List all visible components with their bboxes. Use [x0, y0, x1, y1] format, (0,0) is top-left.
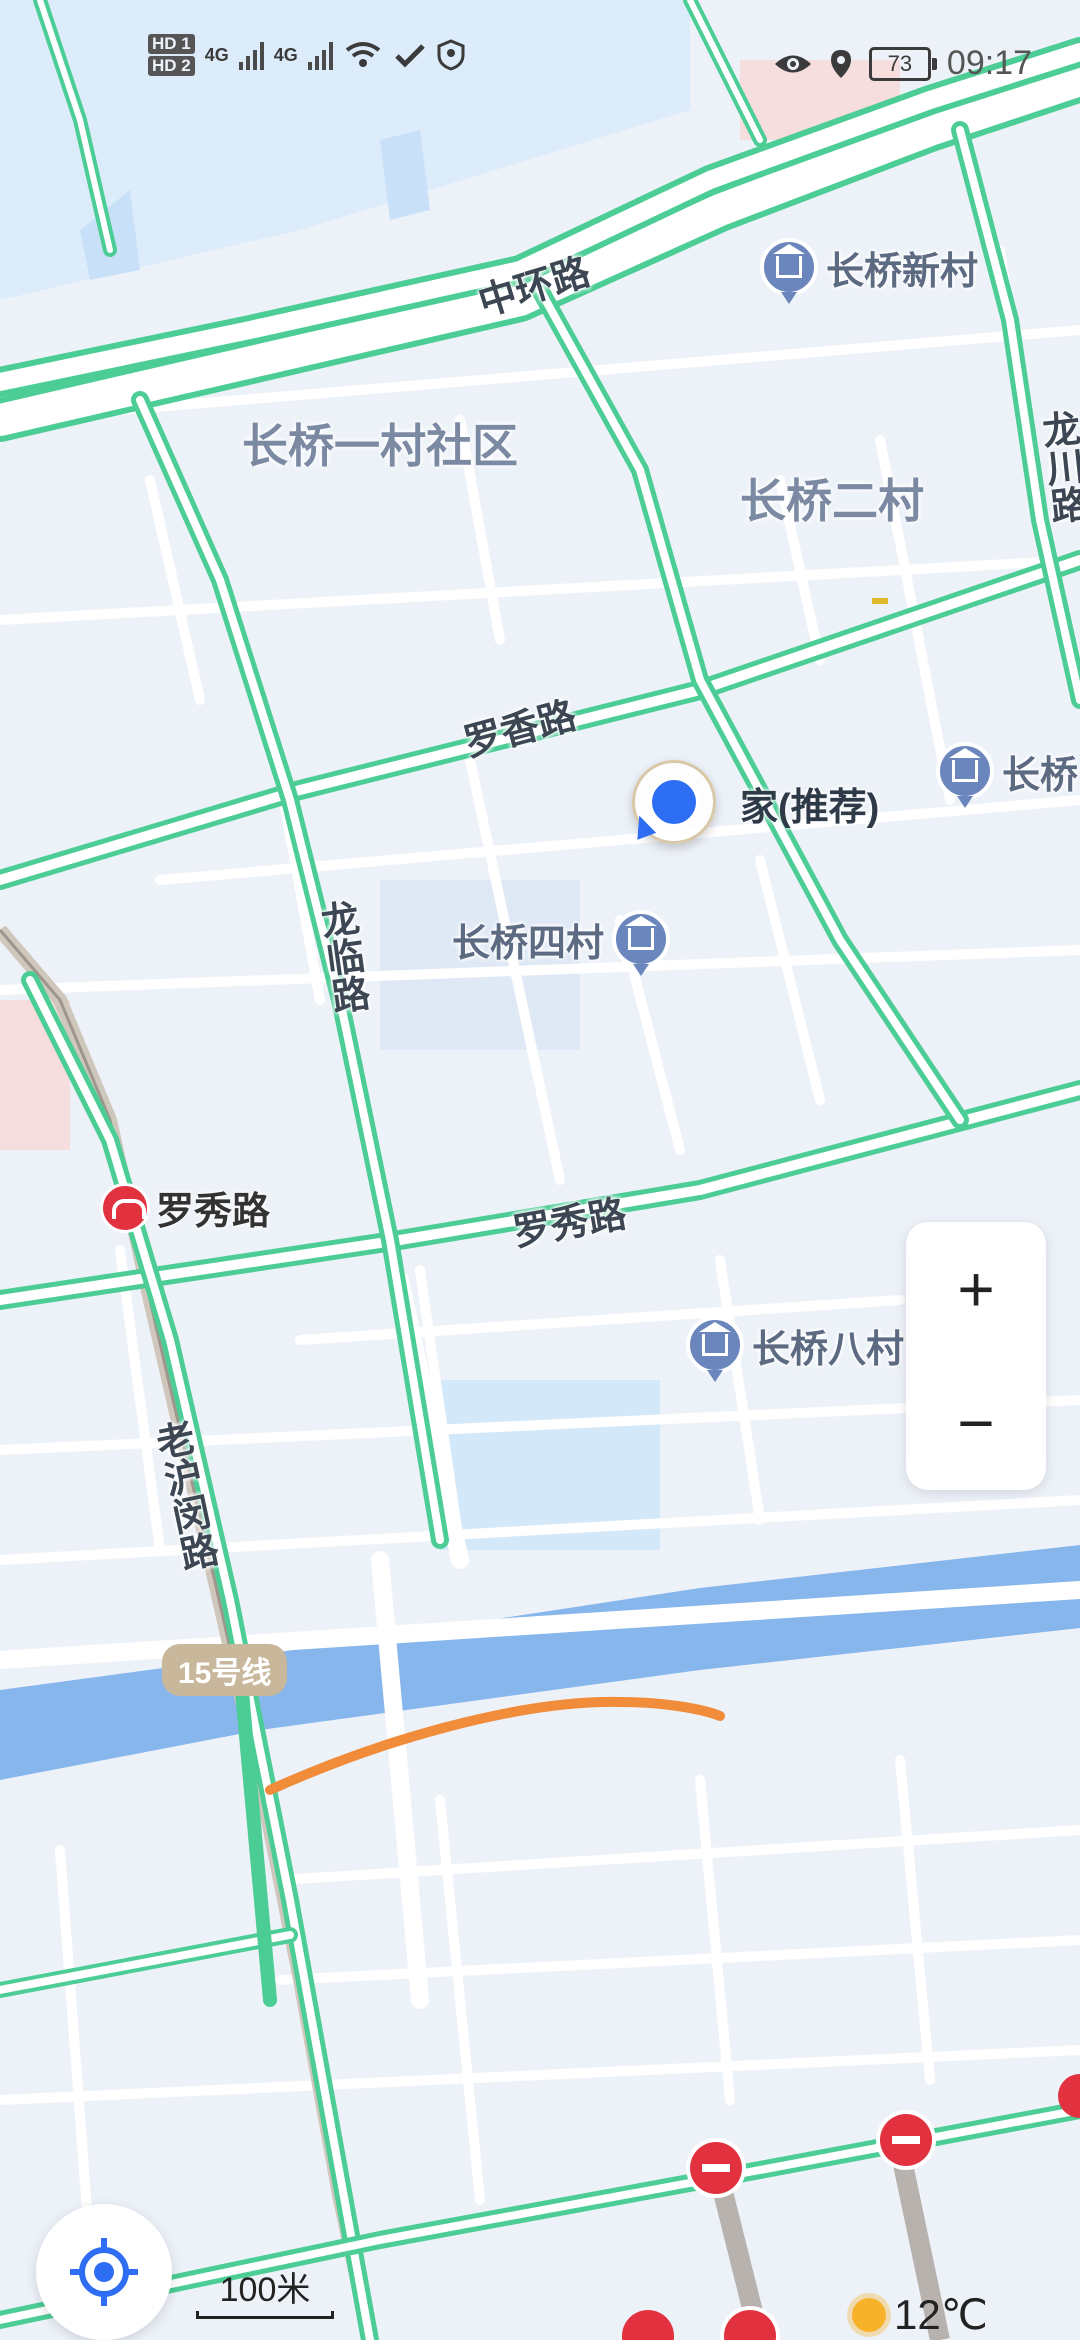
sim2-badge: HD 2	[148, 56, 195, 76]
sim-indicators: HD 1 HD 2	[148, 34, 195, 76]
home-label[interactable]: 家(推荐)	[740, 776, 879, 831]
link-icon	[394, 44, 425, 68]
poi-changqiao-sicun[interactable]: 长桥四村	[452, 910, 671, 976]
area-label-changqiao-1: 长桥一村社区	[242, 420, 518, 472]
zoom-out-button[interactable]: −	[906, 1356, 1046, 1490]
poi-changqiao-bacun[interactable]: 长桥八村	[686, 1316, 905, 1382]
zoom-controls: + −	[906, 1222, 1046, 1490]
metro-line-badge: 15号线	[162, 1644, 288, 1696]
scale-line	[196, 2311, 334, 2319]
metro-station-label: 罗秀路	[156, 1191, 271, 1233]
network-type-2: 4G	[273, 44, 298, 65]
poi-label: 长桥	[1002, 754, 1079, 797]
poi-changqiao-edge[interactable]: 长桥	[936, 742, 1079, 808]
poi-label: 长桥八村	[752, 1328, 905, 1371]
sim1-badge: HD 1	[148, 34, 195, 54]
map-canvas[interactable]	[0, 0, 1080, 2340]
residential-icon	[760, 238, 818, 304]
battery-indicator: 73	[868, 46, 937, 81]
poi-changqiao-xincun[interactable]: 长桥新村	[760, 238, 979, 304]
signal-icon-2	[307, 40, 333, 70]
metro-icon	[100, 1182, 150, 1233]
home-location-marker[interactable]	[632, 760, 716, 844]
residential-icon	[936, 742, 994, 808]
temperature: 12℃	[894, 2291, 988, 2338]
area-label-changqiao-2: 长桥二村	[740, 475, 924, 527]
shield-icon	[437, 39, 465, 71]
network-type-1: 4G	[204, 44, 229, 65]
signal-icon	[238, 40, 264, 70]
metro-station-luoxiu[interactable]: 罗秀路	[100, 1180, 270, 1235]
location-pin-icon	[830, 49, 851, 78]
wifi-icon	[345, 42, 380, 67]
clock: 09:17	[946, 44, 1032, 82]
status-right: 73 09:17	[773, 44, 1032, 83]
poi-label: 长桥新村	[826, 250, 979, 293]
scale-bar: 100米	[196, 2262, 334, 2319]
map-view[interactable]: HD 1 HD 2 4G 4G 73 09:17 长桥一村社区 长桥二村 中环路…	[0, 0, 1080, 2340]
crosshair-icon	[70, 2238, 138, 2306]
status-left: HD 1 HD 2 4G 4G	[148, 34, 465, 76]
scale-label: 100米	[219, 2271, 311, 2309]
residential-icon	[612, 910, 671, 976]
poi-label: 长桥四村	[452, 922, 605, 965]
status-bar: HD 1 HD 2 4G 4G 73 09:17	[0, 0, 1080, 130]
residential-icon	[686, 1316, 744, 1382]
weather-widget[interactable]: 12℃	[852, 2290, 988, 2339]
zoom-in-button[interactable]: +	[906, 1222, 1046, 1356]
eye-icon	[774, 55, 811, 72]
sun-icon	[852, 2297, 886, 2332]
locate-me-button[interactable]	[36, 2204, 172, 2340]
